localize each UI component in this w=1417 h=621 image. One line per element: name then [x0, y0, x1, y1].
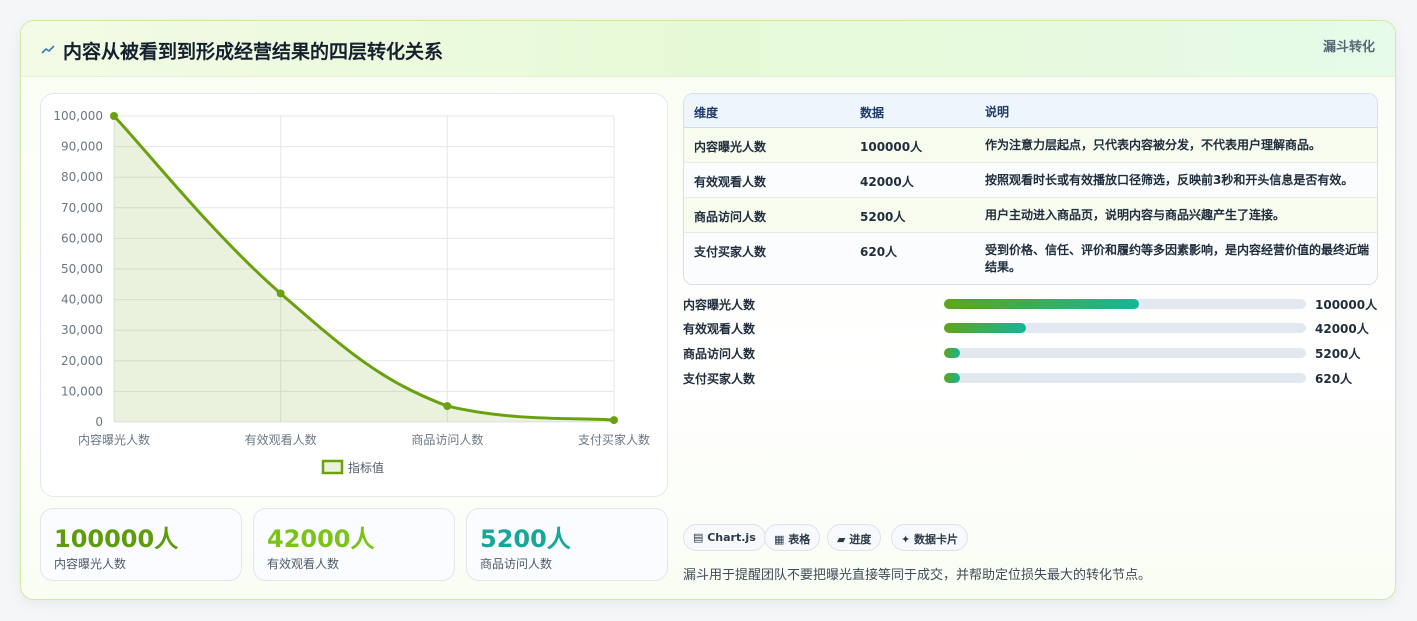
chip-chartjs[interactable]: ▤ Chart.js — [683, 524, 766, 551]
table-cell: 42000人 — [860, 175, 914, 189]
stat-value: 5200人 — [480, 525, 571, 553]
progress-row: 内容曝光人数 100000人 — [683, 294, 1383, 314]
y-tick-label: 10,000 — [61, 384, 103, 398]
chart-panel: 100,000 90,000 80,000 70,000 60,000 50,000 40,… — [40, 93, 668, 497]
card-icon: ✦ — [901, 533, 915, 546]
y-tick-label: 60,000 — [61, 231, 103, 245]
chip-label: 进度 — [849, 533, 872, 546]
table-row: 有效观看人数 42000人 按照观看时长或有效播放口径筛选，反映前3秒和开头信息… — [684, 163, 1377, 198]
progress-track — [944, 323, 1306, 333]
progress-row: 支付买家人数 620人 — [683, 368, 1383, 388]
progress-row: 商品访问人数 5200人 — [683, 343, 1383, 363]
table-cell: 受到价格、信任、评价和履约等多因素影响，是内容经营价值的最终近端结果。 — [985, 243, 1370, 274]
table-header: 维度 数据 说明 — [684, 94, 1377, 128]
stat-label: 商品访问人数 — [480, 557, 553, 571]
progress-label: 商品访问人数 — [683, 347, 756, 361]
chip-label: 数据卡片 — [914, 533, 959, 546]
chip-label: Chart.js — [707, 531, 756, 544]
column-header: 说明 — [985, 105, 1010, 119]
funnel-card: 内容从被看到到形成经营结果的四层转化关系 漏斗转化 100,000 90,000 8… — [20, 20, 1396, 600]
y-tick-label: 20,000 — [61, 354, 103, 368]
data-point — [276, 289, 285, 298]
column-header: 维度 — [694, 106, 719, 120]
table-cell: 620人 — [860, 245, 898, 259]
stat-card-visits: 5200人 商品访问人数 — [466, 508, 668, 581]
progress-track — [944, 373, 1306, 383]
x-tick-label: 商品访问人数 — [411, 432, 483, 447]
y-tick-label: 0 — [95, 415, 103, 429]
data-point — [610, 416, 618, 425]
data-point — [443, 402, 452, 411]
y-tick-label: 70,000 — [61, 201, 103, 215]
x-tick-label: 有效观看人数 — [245, 432, 317, 447]
table-cell: 按照观看时长或有效播放口径筛选，反映前3秒和开头信息是否有效。 — [985, 173, 1354, 187]
page-title: 内容从被看到到形成经营结果的四层转化关系 — [63, 41, 444, 63]
progress-label: 内容曝光人数 — [683, 298, 756, 312]
progress-value: 100000人 — [1315, 298, 1378, 312]
progress-label: 有效观看人数 — [683, 322, 756, 336]
legend-label: 指标值 — [348, 460, 384, 475]
progress-fill — [944, 323, 1026, 333]
stat-value: 42000人 — [267, 525, 375, 553]
progress-value: 5200人 — [1315, 347, 1361, 361]
progress-track — [944, 299, 1306, 309]
trend-icon — [41, 45, 55, 54]
table-row: 支付买家人数 620人 受到价格、信任、评价和履约等多因素影响，是内容经营价值的… — [684, 233, 1377, 284]
table-cell: 作为注意力层起点，只代表内容被分发，不代表用户理解商品。 — [985, 138, 1322, 152]
progress-label: 支付买家人数 — [683, 372, 756, 386]
table-row: 商品访问人数 5200人 用户主动进入商品页，说明内容与商品兴趣产生了连接。 — [684, 198, 1377, 233]
chip-progress[interactable]: ▰ 进度 — [827, 524, 882, 551]
table-row: 内容曝光人数 100000人 作为注意力层起点，只代表内容被分发，不代表用户理解… — [684, 128, 1377, 163]
chip-label: 表格 — [788, 533, 811, 546]
card-header: 内容从被看到到形成经营结果的四层转化关系 漏斗转化 — [21, 21, 1395, 77]
table-cell: 100000人 — [860, 140, 923, 154]
table-cell: 5200人 — [860, 210, 906, 224]
table-cell: 内容曝光人数 — [694, 140, 767, 154]
chip-data-card[interactable]: ✦ 数据卡片 — [891, 524, 969, 551]
progress-value: 42000人 — [1315, 322, 1369, 336]
y-tick-label: 40,000 — [61, 293, 103, 307]
table-cell: 有效观看人数 — [694, 175, 767, 189]
stat-value: 100000人 — [54, 525, 179, 553]
progress-track — [944, 348, 1306, 358]
y-tick-label: 100,000 — [53, 109, 103, 123]
progress-icon: ▰ — [837, 533, 850, 546]
funnel-line-chart: 100,000 90,000 80,000 70,000 60,000 50,000 40,… — [53, 109, 650, 475]
category-badge: 漏斗转化 — [1322, 40, 1375, 55]
progress-value: 620人 — [1315, 372, 1353, 386]
progress-fill — [944, 373, 960, 383]
table-cell: 商品访问人数 — [694, 210, 767, 224]
y-tick-label: 80,000 — [61, 170, 103, 184]
y-tick-label: 30,000 — [61, 323, 103, 337]
progress-fill — [944, 299, 1140, 309]
legend-swatch — [321, 459, 344, 475]
x-tick-label: 支付买家人数 — [578, 432, 650, 447]
progress-row: 有效观看人数 42000人 — [683, 318, 1383, 338]
stat-card-views: 42000人 有效观看人数 — [253, 508, 455, 581]
footnote: 漏斗用于提醒团队不要把曝光直接等同于成交，并帮助定位损失最大的转化节点。 — [683, 568, 1152, 583]
chip-table[interactable]: ▦ 表格 — [764, 524, 821, 551]
column-header: 数据 — [860, 106, 885, 120]
y-tick-label: 90,000 — [61, 140, 103, 154]
progress-fill — [944, 348, 960, 358]
x-tick-label: 内容曝光人数 — [78, 432, 150, 447]
data-point — [110, 112, 118, 120]
stat-card-exposure: 100000人 内容曝光人数 — [40, 508, 242, 581]
data-table: 维度 数据 说明 内容曝光人数 100000人 作为注意力层起点，只代表内容被分… — [683, 93, 1378, 285]
chart-icon: ▤ — [693, 531, 708, 544]
table-cell: 用户主动进入商品页，说明内容与商品兴趣产生了连接。 — [985, 208, 1286, 222]
stat-label: 有效观看人数 — [267, 557, 340, 571]
table-cell: 支付买家人数 — [694, 245, 767, 259]
stat-label: 内容曝光人数 — [54, 557, 127, 571]
y-tick-label: 50,000 — [61, 262, 103, 276]
table-icon: ▦ — [774, 533, 789, 546]
